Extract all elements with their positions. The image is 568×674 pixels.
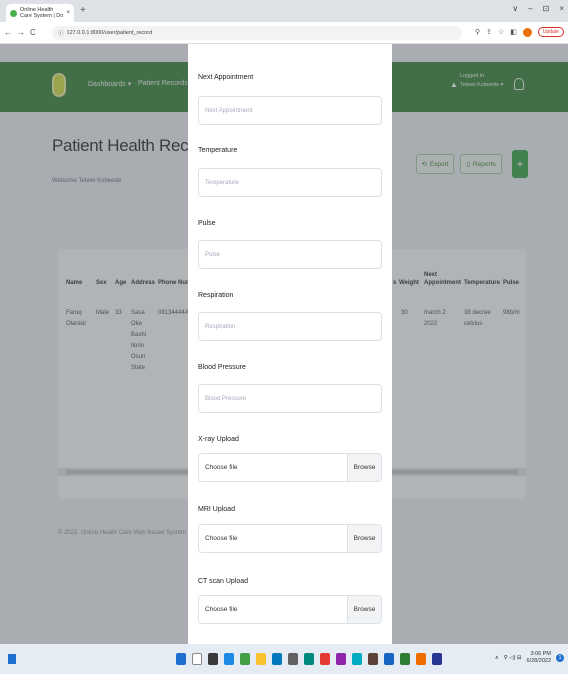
- vscode-icon[interactable]: [304, 653, 314, 665]
- ct-scan-upload-label: CT scan Upload: [198, 578, 249, 585]
- start-icon[interactable]: [176, 653, 186, 665]
- back-icon[interactable]: ←: [4, 28, 12, 37]
- next-appointment-label: Next Appointment: [198, 74, 254, 81]
- bookmark-star-icon[interactable]: ☆: [498, 28, 504, 36]
- app-icon-navy[interactable]: [432, 653, 442, 665]
- mri-upload-label: MRI Upload: [198, 506, 235, 513]
- xray-file-input[interactable]: Choose file Browse: [198, 453, 382, 482]
- next-appointment-input[interactable]: Next Appointment: [198, 96, 382, 125]
- mri-browse-button[interactable]: Browse: [347, 525, 381, 552]
- site-favicon-icon: [10, 9, 17, 17]
- widgets-icon[interactable]: [8, 654, 16, 664]
- ct-scan-file-text: Choose file: [205, 606, 238, 613]
- store-icon[interactable]: [272, 653, 282, 665]
- clock-time: 3:06 PM: [530, 651, 551, 657]
- edge-icon[interactable]: [224, 653, 234, 665]
- os-taskbar: ∧ ⚲ ◁) ⊟ 3:06 PM 6/28/2022 1: [0, 644, 568, 674]
- share-icon[interactable]: ⇪: [486, 28, 492, 36]
- browser-tab[interactable]: Online Health Care System | Do ×: [6, 4, 74, 22]
- app-icon-purple[interactable]: [336, 653, 346, 665]
- clock-date: 6/28/2022: [526, 658, 551, 664]
- new-tab-button[interactable]: +: [80, 5, 86, 16]
- clock[interactable]: 3:06 PM 6/28/2022: [527, 651, 551, 665]
- xray-browse-button[interactable]: Browse: [347, 454, 381, 481]
- address-bar[interactable]: ⓘ 127.0.0.1:8000/user/patient_record: [52, 26, 462, 40]
- blood-pressure-input[interactable]: Blood Pressure: [198, 384, 382, 413]
- tray-overflow-icon[interactable]: ∧: [495, 655, 499, 661]
- forward-icon[interactable]: →: [17, 28, 25, 37]
- site-info-icon: ⓘ: [58, 31, 64, 37]
- ct-scan-browse-button[interactable]: Browse: [347, 596, 381, 623]
- browser-tab-strip: Online Health Care System | Do × + ∨ – ⊡…: [0, 0, 568, 22]
- browser-actions: ⚲ ⇪ ☆ ◧ Update: [475, 27, 564, 37]
- reload-icon[interactable]: C: [30, 28, 36, 37]
- tab-search-icon[interactable]: ∨: [512, 4, 518, 13]
- url-text: 127.0.0.1:8000/user/patient_record: [66, 30, 153, 36]
- task-view-icon[interactable]: [208, 653, 218, 665]
- window-controls: ∨ – ⊡ ×: [512, 4, 564, 13]
- temperature-input[interactable]: Temperature: [198, 168, 382, 197]
- app-icon-teal[interactable]: [352, 653, 362, 665]
- minimize-button[interactable]: –: [528, 4, 532, 13]
- pulse-input[interactable]: Pulse: [198, 240, 382, 269]
- respiration-label: Respiration: [198, 292, 234, 299]
- respiration-input[interactable]: Respiration: [198, 312, 382, 341]
- tab-close-icon[interactable]: ×: [66, 10, 70, 16]
- app-icon-brown[interactable]: [368, 653, 378, 665]
- maximize-button[interactable]: ⊡: [543, 4, 550, 13]
- mri-file-text: Choose file: [205, 535, 238, 542]
- close-window-button[interactable]: ×: [559, 4, 564, 13]
- app-icon-red[interactable]: [320, 653, 330, 665]
- search-icon[interactable]: [192, 653, 202, 665]
- update-button[interactable]: Update: [537, 27, 564, 37]
- taskbar-apps: [176, 653, 442, 665]
- word-icon[interactable]: [384, 653, 394, 665]
- xray-upload-label: X-ray Upload: [198, 436, 239, 443]
- profile-avatar[interactable]: [522, 27, 532, 37]
- chrome-icon[interactable]: [240, 653, 250, 665]
- powerpoint-icon[interactable]: [416, 653, 426, 665]
- notification-badge[interactable]: 1: [556, 654, 564, 662]
- zoom-icon[interactable]: ⚲: [475, 28, 480, 36]
- extensions-icon[interactable]: ◧: [510, 28, 517, 36]
- excel-icon[interactable]: [400, 653, 410, 665]
- system-tray: ∧ ⚲ ◁) ⊟ 3:06 PM 6/28/2022 1: [495, 651, 564, 665]
- mail-icon[interactable]: [288, 653, 298, 665]
- blood-pressure-label: Blood Pressure: [198, 364, 246, 371]
- tab-title: Online Health Care System | Do: [20, 7, 64, 19]
- file-explorer-icon[interactable]: [256, 653, 266, 665]
- temperature-label: Temperature: [198, 147, 238, 154]
- xray-file-text: Choose file: [205, 464, 238, 471]
- network-volume-battery-icon[interactable]: ⚲ ◁) ⊟: [504, 655, 522, 661]
- patient-record-modal: Next Appointment Next Appointment Temper…: [188, 44, 392, 644]
- ct-scan-file-input[interactable]: Choose file Browse: [198, 595, 382, 624]
- mri-file-input[interactable]: Choose file Browse: [198, 524, 382, 553]
- pulse-label: Pulse: [198, 220, 216, 227]
